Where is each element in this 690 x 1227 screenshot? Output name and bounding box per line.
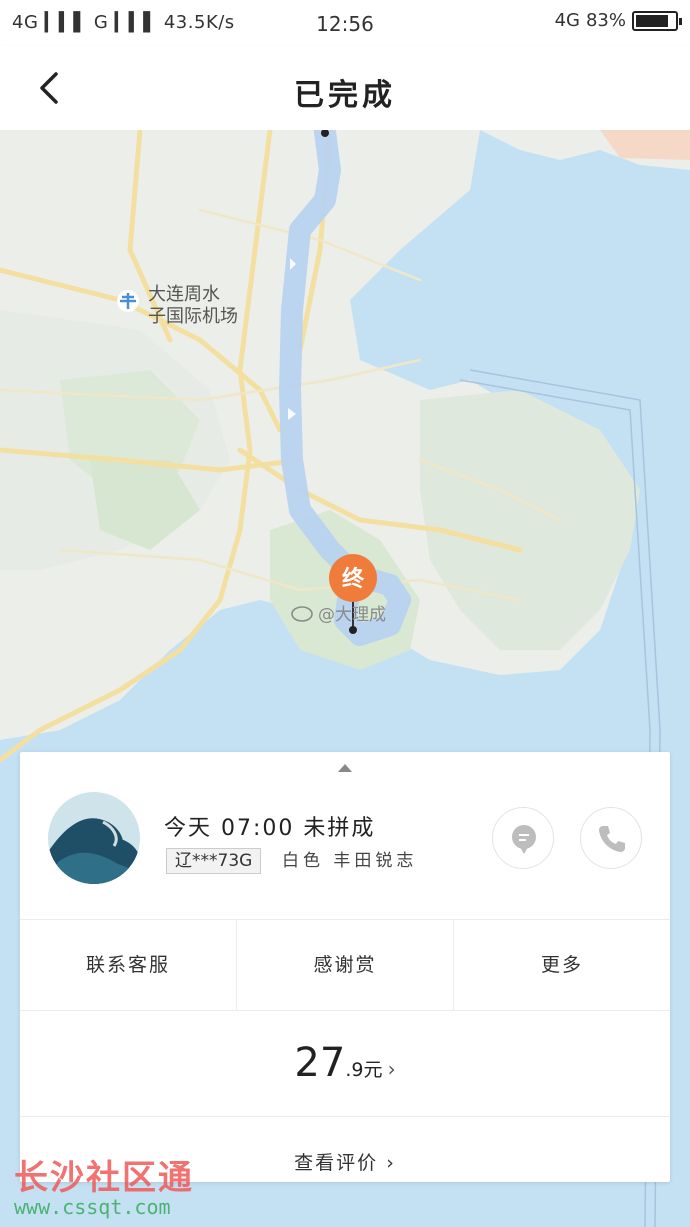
- divider: [20, 1010, 670, 1011]
- end-marker-label: 终: [342, 566, 365, 592]
- contact-service-button[interactable]: 联系客服: [20, 920, 236, 1010]
- chat-bubble-icon: [512, 825, 536, 854]
- expand-handle-icon[interactable]: [338, 764, 352, 772]
- car-description: 白色 丰田锐志: [282, 851, 418, 871]
- airport-label-line1: 大连周水: [148, 284, 220, 305]
- call-driver-button[interactable]: [580, 807, 642, 869]
- weibo-watermark: @大理成: [318, 605, 386, 625]
- driver-avatar[interactable]: [48, 792, 140, 884]
- trip-status: 未拼成: [303, 816, 376, 841]
- airport-label-line2: 子国际机场: [148, 306, 238, 327]
- action-row: 联系客服 感谢赏 更多: [20, 920, 670, 1010]
- nav-bar: 已完成: [0, 46, 690, 130]
- divider: [20, 1116, 670, 1117]
- watermark-url: www.cssqt.com: [14, 1195, 171, 1219]
- license-plate: 辽***73G: [166, 848, 262, 874]
- trip-card: 今天 07:00 未拼成 辽***73G 白色 丰田锐志 联系客服 感谢赏 更多…: [20, 752, 670, 1182]
- fare-decimal: .9元: [345, 1059, 383, 1081]
- watermark-title: 长沙社区通: [14, 1158, 194, 1198]
- fare-integer: 27: [294, 1040, 346, 1086]
- chevron-right-icon: ›: [387, 1057, 396, 1081]
- status-bar: 4G ▎▍▌ G ▎▍▌ 43.5K/s 12:56 4G 83%: [0, 0, 690, 46]
- fare-amount[interactable]: 27.9元 ›: [20, 1040, 670, 1086]
- phone-icon: [599, 826, 625, 852]
- page-title: 已完成: [294, 78, 396, 113]
- message-driver-button[interactable]: [492, 807, 554, 869]
- site-watermark: 长沙社区通 www.cssqt.com: [14, 1150, 194, 1219]
- battery-icon: [632, 10, 682, 31]
- network-type: 4G: [554, 10, 580, 31]
- more-button[interactable]: 更多: [453, 920, 670, 1010]
- trip-day: 今天: [164, 816, 213, 841]
- thank-tip-button[interactable]: 感谢赏: [236, 920, 453, 1010]
- trip-summary: 今天 07:00 未拼成: [164, 810, 375, 842]
- trip-time: 07:00: [221, 816, 295, 841]
- airport-icon: [117, 290, 139, 312]
- battery-percent: 83%: [585, 10, 626, 31]
